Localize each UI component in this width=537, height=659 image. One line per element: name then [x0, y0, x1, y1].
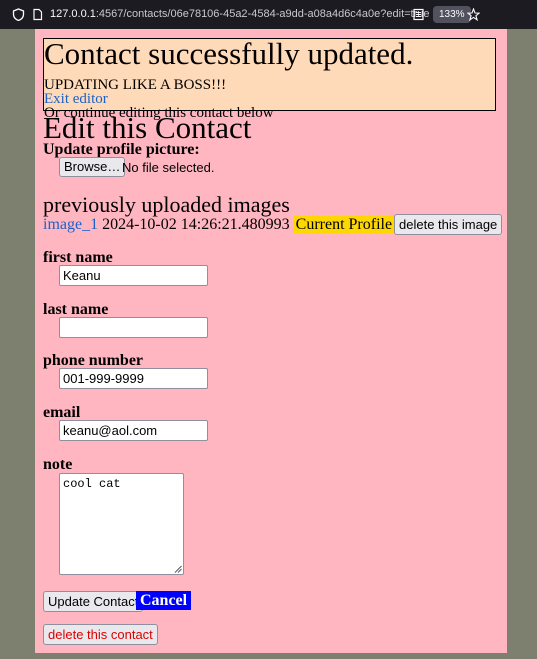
browse-button[interactable]: Browse…: [59, 157, 126, 177]
flash-title: Contact successfully updated.: [44, 36, 414, 71]
browser-toolbar: 127.0.0.1:4567/contacts/06e78106-45a2-45…: [0, 0, 537, 29]
bookmark-star-icon[interactable]: [467, 8, 480, 21]
resize-grip-icon[interactable]: [173, 564, 182, 573]
url-path: :4567/contacts/06e78106-45a2-4584-a9dd-a…: [95, 8, 430, 20]
delete-contact-button[interactable]: delete this contact: [43, 624, 158, 645]
zoom-indicator[interactable]: 133%: [433, 6, 471, 23]
current-profile-badge: Current Profile: [293, 216, 395, 233]
flash-message: Contact successfully updated. UPDATING L…: [43, 36, 496, 121]
image-row: image_1 2024-10-02 14:26:21.480993 Curre…: [43, 215, 395, 235]
page-title: Edit this Contact: [43, 110, 252, 145]
cancel-button[interactable]: Cancel: [136, 591, 192, 610]
uploaded-images-heading: previously uploaded images: [43, 192, 290, 217]
reader-view-icon[interactable]: [412, 8, 425, 21]
note-text: cool cat: [63, 477, 121, 491]
image-link[interactable]: image_1: [43, 216, 98, 233]
note-label: note: [43, 456, 73, 473]
shield-icon[interactable]: [12, 8, 25, 21]
delete-image-button[interactable]: delete this image: [394, 214, 503, 235]
image-timestamp: 2024-10-02 14:26:21.480993: [102, 216, 290, 233]
phone-input[interactable]: 001-999-9999: [59, 368, 208, 389]
first-name-input[interactable]: Keanu: [59, 265, 208, 286]
page-content: Contact successfully updated. UPDATING L…: [35, 29, 507, 653]
url-host: 127.0.0.1: [50, 8, 96, 20]
file-status: No file selected.: [122, 160, 215, 175]
page-icon: [33, 8, 43, 21]
last-name-input[interactable]: [59, 317, 208, 338]
address-bar[interactable]: 127.0.0.1:4567/contacts/06e78106-45a2-45…: [50, 8, 430, 20]
email-input[interactable]: keanu@aol.com: [59, 420, 208, 441]
update-contact-button[interactable]: Update Contact: [43, 591, 144, 612]
note-textarea[interactable]: cool cat: [59, 473, 184, 575]
